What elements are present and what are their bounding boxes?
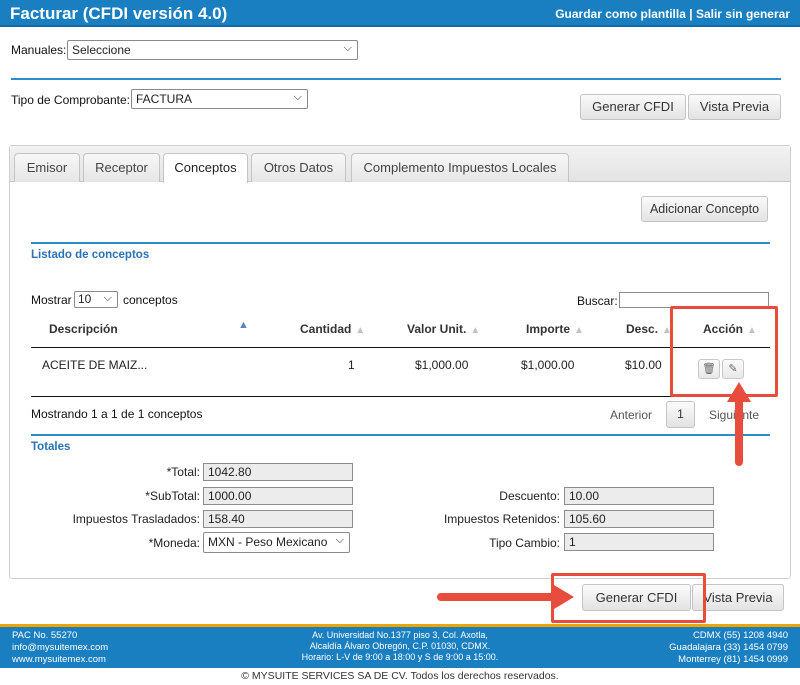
footer-website-link[interactable]: www.mysuitemex.com [12, 654, 108, 666]
annotation-arrows [437, 382, 751, 609]
footer-phone: CDMX (55) 1208 4940 [692, 630, 788, 641]
footer-phone: Guadalajara (33) 1454 0799 [669, 642, 788, 653]
footer-address-line: Av. Universidad No.1377 piso 3, Col. Axo… [312, 630, 488, 640]
copyright: © MYSUITE SERVICES SA DE CV. Todos los d… [241, 670, 559, 682]
footer-email-link[interactable]: info@mysuitemex.com [12, 642, 108, 654]
arrow-up-icon [727, 382, 751, 466]
footer: PAC No. 55270 info@mysuitemex.com www.my… [0, 624, 800, 668]
footer-phones: CDMX (55) 1208 4940 Guadalajara (33) 145… [669, 630, 788, 666]
footer-pac: PAC No. 55270 [12, 630, 78, 641]
arrow-right-icon [437, 585, 574, 609]
footer-left: PAC No. 55270 info@mysuitemex.com www.my… [12, 630, 108, 666]
footer-phone: Monterrey (81) 1454 0999 [678, 654, 788, 665]
footer-address-line: Alcaldía Álvaro Obregón, C.P. 01030, CDM… [309, 641, 491, 651]
footer-address: Av. Universidad No.1377 piso 3, Col. Axo… [200, 630, 600, 663]
footer-hours: Horario: L-V de 9:00 a 18:00 y S de 9:00… [301, 652, 499, 662]
